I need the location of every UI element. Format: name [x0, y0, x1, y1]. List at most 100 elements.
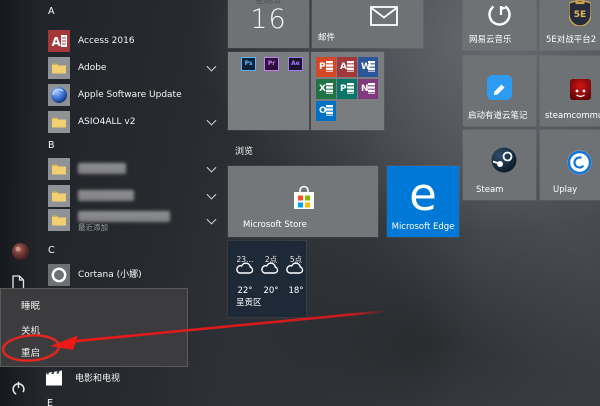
apple-software-update-icon	[48, 84, 70, 106]
chevron-down-icon[interactable]	[207, 190, 217, 200]
app-label: ASIO4ALL v2	[78, 111, 135, 133]
power-flyout-menu: 睡眠 关机 重启	[0, 288, 188, 367]
chevron-down-icon[interactable]	[207, 116, 217, 126]
youdao-note-icon	[487, 75, 512, 100]
chevron-down-icon[interactable]	[207, 62, 217, 72]
folder-icon	[48, 57, 70, 79]
tile-access[interactable]: A	[337, 57, 357, 77]
app-label: 电影和电视	[75, 369, 120, 389]
app-item-apple-software-update[interactable]: Apple Software Update	[36, 84, 225, 106]
censored-app-name	[78, 163, 126, 174]
tile-label: Steam	[476, 185, 503, 195]
doc-glyph	[347, 61, 354, 72]
folder-icon	[48, 111, 70, 133]
start-menu: A A Access 2016 Adobe Apple Software Upd…	[0, 0, 600, 406]
app-item-cortana[interactable]: Cortana (小娜)	[36, 264, 225, 286]
tile-label: Microsoft Store	[243, 220, 307, 230]
doc-glyph	[326, 105, 333, 116]
5e-logo-text: 5E	[574, 10, 586, 20]
app-label: Cortana (小娜)	[78, 264, 142, 286]
section-header-b[interactable]: B	[48, 140, 55, 151]
tile-label: 邮件	[318, 31, 335, 43]
weather-temp-2: 20°	[263, 286, 278, 296]
menu-item-restart[interactable]: 重启	[21, 345, 40, 359]
weather-temp-1: 22°	[237, 286, 252, 296]
tile-word[interactable]: W	[358, 57, 378, 77]
doc-glyph	[326, 61, 333, 72]
tile-label: 5E对战平台2	[546, 33, 596, 45]
app-item-adobe[interactable]: Adobe	[36, 57, 225, 79]
doc-glyph	[368, 83, 375, 94]
cloud-icon	[259, 261, 281, 275]
cortana-icon	[48, 264, 70, 286]
app-item-asio4all[interactable]: ASIO4ALL v2	[36, 111, 225, 133]
doc-glyph	[368, 61, 375, 72]
censored-app-name	[78, 190, 134, 201]
app-item-movies-tv[interactable]: 电影和电视	[36, 369, 225, 389]
power-button-icon[interactable]	[11, 381, 26, 396]
photoshop-icon[interactable]: Ps	[241, 57, 256, 71]
app-item-censored-1[interactable]	[36, 158, 225, 180]
excel-letter: X	[319, 84, 326, 94]
tile-outlook[interactable]: O	[316, 101, 336, 121]
tile-youdao-note[interactable]: 启动有道云笔记	[463, 56, 536, 126]
aftereffects-icon[interactable]: Ae	[288, 57, 303, 71]
tile-uplay[interactable]: Uplay	[540, 130, 600, 200]
tile-section-browse[interactable]: 浏览	[235, 144, 253, 157]
tile-publisher[interactable]: P	[337, 79, 357, 99]
chevron-down-icon[interactable]	[207, 163, 217, 173]
menu-item-shutdown[interactable]: 关机	[21, 323, 40, 337]
tile-onenote[interactable]: N	[358, 79, 378, 99]
user-avatar[interactable]	[12, 243, 29, 260]
steamcommunity-icon	[570, 79, 591, 100]
publisher-letter: P	[340, 84, 347, 94]
folder-icon	[48, 209, 70, 231]
access-letter: A	[340, 62, 347, 72]
app-item-censored-2[interactable]	[36, 185, 225, 207]
app-label: Adobe	[78, 57, 106, 79]
recently-added-label: 最近添加	[78, 222, 108, 233]
app-label: Apple Software Update	[78, 84, 182, 106]
tile-label: 网易云音乐	[469, 33, 512, 45]
access-2016-icon: A	[48, 30, 70, 52]
steam-icon	[491, 147, 517, 173]
tile-excel[interactable]: X	[316, 79, 336, 99]
section-header-a[interactable]: A	[48, 6, 55, 17]
tile-label: steamcommunity	[545, 111, 600, 121]
tile-microsoft-edge[interactable]: e Microsoft Edge	[387, 166, 459, 237]
weather-temp-3: 18°	[288, 286, 303, 296]
chevron-down-icon[interactable]	[207, 215, 217, 225]
netease-music-icon	[486, 1, 513, 28]
tile-mail[interactable]: 邮件	[312, 0, 423, 48]
powerpoint-letter: P	[319, 62, 326, 72]
censored-app-name	[78, 211, 170, 222]
premiere-icon[interactable]: Pr	[264, 57, 279, 71]
app-item-censored-3[interactable]: 最近添加	[36, 209, 225, 233]
tile-weather[interactable]: 23… 2点 5点 22° 20° 18° 呈贡区	[228, 241, 306, 317]
uplay-icon	[567, 150, 592, 175]
movies-tv-icon	[45, 369, 63, 387]
section-header-e[interactable]: E	[47, 398, 53, 406]
folder-icon	[48, 185, 70, 207]
mail-icon	[370, 5, 398, 27]
tile-group-adobe[interactable]: Ps Pr Ae	[228, 52, 309, 130]
tile-calendar[interactable]: 星期五 16	[228, 0, 309, 48]
calendar-day: 16	[228, 4, 309, 35]
weather-location: 呈贡区	[236, 296, 262, 308]
tile-steamcommunity[interactable]: steamcommunity	[540, 56, 600, 126]
tile-label: 启动有道云笔记	[468, 109, 528, 121]
tile-powerpoint[interactable]: P	[316, 57, 336, 77]
tile-5e-arena[interactable]: 5E 5E对战平台2	[540, 0, 600, 50]
app-item-access-2016[interactable]: A Access 2016	[36, 30, 225, 52]
section-header-c[interactable]: C	[48, 245, 55, 256]
5e-arena-icon: 5E	[569, 0, 591, 26]
cloud-icon	[234, 261, 256, 275]
tile-microsoft-store[interactable]: Microsoft Store	[228, 166, 378, 237]
menu-item-sleep[interactable]: 睡眠	[21, 298, 40, 312]
tile-steam[interactable]: Steam	[463, 130, 536, 200]
folder-icon	[48, 158, 70, 180]
doc-glyph	[347, 83, 354, 94]
tile-group-office[interactable]: P A W X P N O	[311, 52, 384, 130]
tile-netease-music[interactable]: 网易云音乐	[463, 0, 536, 50]
tile-label: Microsoft Edge	[387, 222, 459, 232]
